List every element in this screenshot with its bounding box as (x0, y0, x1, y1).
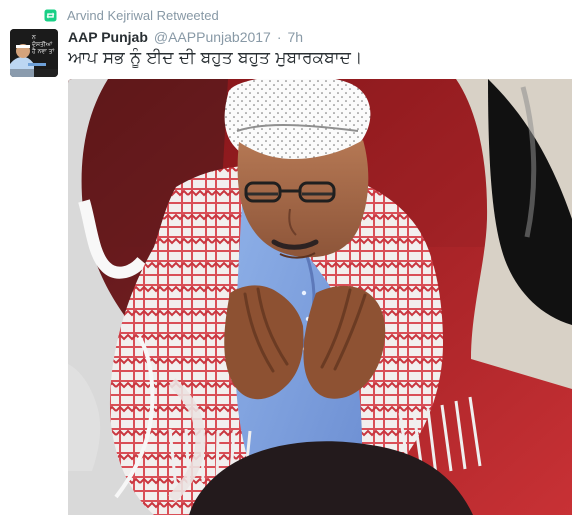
tweet-header: AAP Punjab @AAPPunjab2017 · 7h (68, 29, 303, 45)
avatar-caption: ਨ ਦੋਸਤੀਆਂ ਹੈ ਨਵਾ ਤਾਂ (32, 34, 55, 55)
timestamp[interactable]: 7h (288, 29, 304, 45)
meta-separator: · (276, 29, 282, 45)
display-name[interactable]: AAP Punjab (68, 29, 148, 45)
user-handle[interactable]: @AAPPunjab2017 (154, 29, 271, 45)
tweet-card[interactable]: Arvind Kejriwal Retweeted ਨ ਦੋਸਤੀਆਂ ਹੈ ਨ… (0, 0, 572, 515)
tweet-photo[interactable] (68, 79, 572, 515)
tweet-text: ਆਪ ਸਭ ਨੂੰ ਈਦ ਦੀ ਬਹੁਤ ਬਹੁਤ ਮੁਬਾਰਕਬਾਦ। (68, 48, 363, 68)
avatar[interactable]: ਨ ਦੋਸਤੀਆਂ ਹੈ ਨਵਾ ਤਾਂ (10, 29, 58, 77)
retweet-label[interactable]: Arvind Kejriwal Retweeted (67, 8, 219, 23)
retweet-icon (44, 9, 57, 22)
retweet-context: Arvind Kejriwal Retweeted (44, 7, 219, 23)
